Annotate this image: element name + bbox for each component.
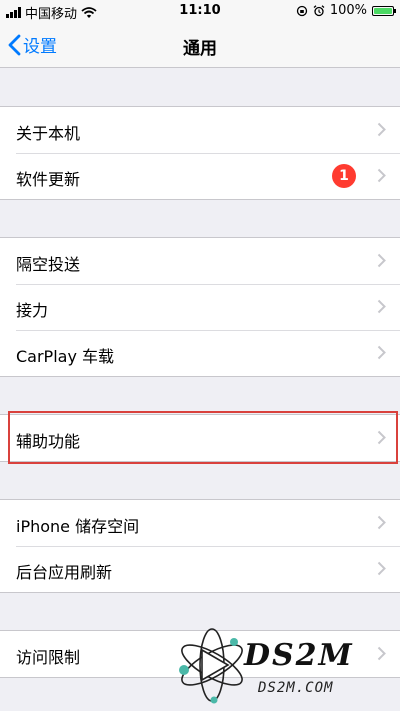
highlight-annotation: [8, 411, 398, 464]
alarm-icon: [313, 4, 325, 16]
row-label: 隔空投送: [16, 255, 81, 274]
row-label: 接力: [16, 301, 49, 320]
watermark: DS2M DS2M.COM: [172, 620, 397, 710]
status-bar: 中国移动 11:10 100%: [0, 0, 400, 22]
chevron-right-icon: [377, 515, 386, 530]
chevron-right-icon: [377, 168, 386, 183]
row-label: 后台应用刷新: [16, 563, 113, 582]
row-airdrop[interactable]: 隔空投送: [0, 238, 400, 284]
row-label: 关于本机: [16, 124, 81, 143]
status-right: 100%: [296, 3, 396, 18]
row-iphone-storage[interactable]: iPhone 储存空间: [0, 500, 400, 546]
row-label: 软件更新: [16, 170, 81, 189]
atom-logo-icon: [179, 628, 243, 704]
chevron-right-icon: [377, 122, 386, 137]
chevron-right-icon: [377, 253, 386, 268]
nav-bar: 设置 通用: [0, 22, 400, 68]
row-carplay[interactable]: CarPlay 车载: [0, 330, 400, 376]
chevron-right-icon: [377, 561, 386, 576]
row-label: CarPlay 车载: [16, 347, 115, 366]
row-label: 访问限制: [16, 648, 81, 667]
row-label: iPhone 储存空间: [16, 517, 140, 536]
row-background-refresh[interactable]: 后台应用刷新: [0, 546, 400, 592]
battery-fill: [374, 7, 392, 14]
settings-group-connectivity: 隔空投送 接力 CarPlay 车载: [0, 237, 400, 377]
battery-icon: [372, 5, 396, 16]
chevron-right-icon: [377, 299, 386, 314]
page-title: 通用: [183, 39, 217, 59]
settings-group-device: 关于本机 软件更新 1: [0, 106, 400, 200]
battery-percent: 100%: [329, 3, 367, 18]
chevron-right-icon: [377, 345, 386, 360]
orientation-lock-icon: [296, 5, 307, 16]
settings-group-storage: iPhone 储存空间 后台应用刷新: [0, 499, 400, 593]
row-about[interactable]: 关于本机: [0, 107, 400, 153]
watermark-logo-text: DS2M: [244, 638, 354, 673]
row-handoff[interactable]: 接力: [0, 284, 400, 330]
row-software-update[interactable]: 软件更新 1: [0, 153, 400, 199]
update-badge: 1: [332, 164, 356, 188]
watermark-url-text: DS2M.COM: [258, 680, 334, 696]
